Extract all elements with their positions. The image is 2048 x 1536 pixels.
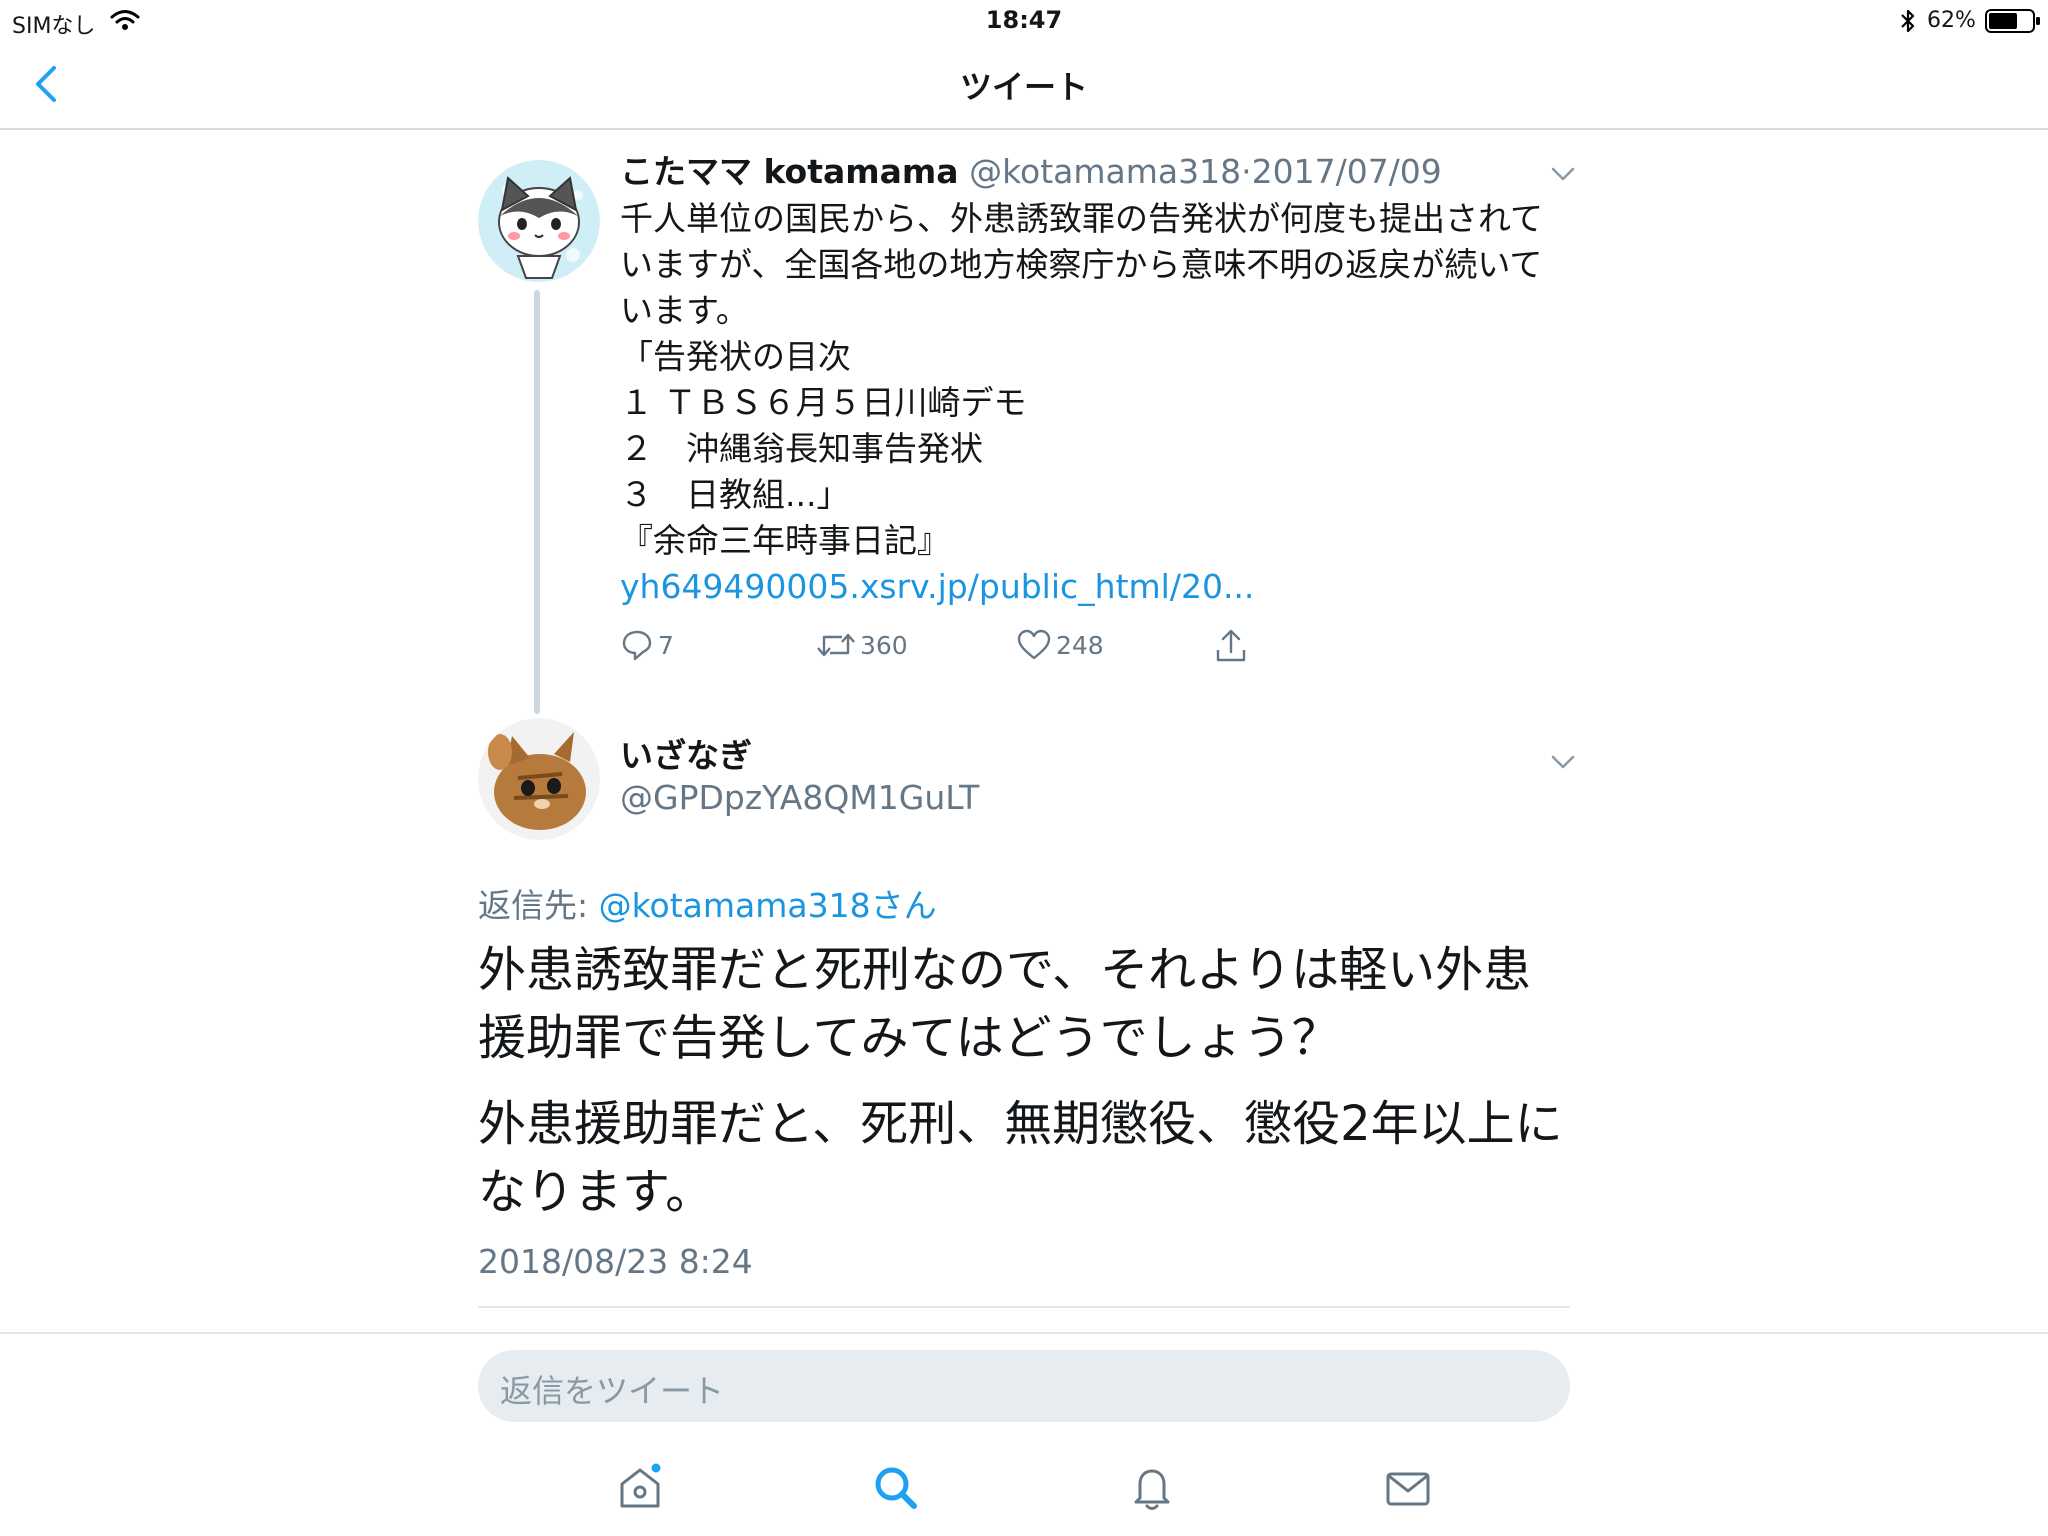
- tweet-body: 千人単位の国民から、外患誘致罪の告発状が何度も提出されて いますが、全国各地の地…: [620, 196, 1580, 610]
- retweet-icon: [817, 633, 855, 657]
- like-count: 248: [1056, 630, 1104, 660]
- tweet-line: 援助罪で告発してみてはどうでしょう？: [478, 1010, 1340, 1066]
- page-title: ツイート: [959, 68, 1088, 106]
- bluetooth-icon: [1901, 9, 1915, 33]
- reply-placeholder: 返信をツイート: [500, 1372, 725, 1410]
- author-handle[interactable]: @GPDpzYA8QM1GuLT: [620, 778, 979, 818]
- tweet-line: 千人単位の国民から、外患誘致罪の告発状が何度も提出されて: [620, 199, 1544, 238]
- mail-icon[interactable]: [1382, 1462, 1434, 1514]
- tweet-line: 「告発状の目次: [620, 337, 851, 376]
- tweet-header: こたママ kotamama @kotamama318·2017/07/09: [620, 152, 1442, 192]
- reply-to-handle[interactable]: @kotamama318さん: [599, 886, 937, 925]
- retweet-count: 360: [860, 630, 908, 660]
- tweet-date: 2017/07/09: [1251, 152, 1442, 191]
- tweet-line: 外患誘致罪だと死刑なので、それよりは軽い外患: [478, 942, 1532, 998]
- author-name[interactable]: いざなぎ: [620, 736, 752, 776]
- divider: [0, 1332, 2048, 1334]
- tweet-line: 外患援助罪だと、死刑、無期懲役、懲役2年以上に: [478, 1096, 1563, 1152]
- tweet-line: います。: [620, 291, 749, 330]
- tweet-line: ２ 沖縄翁長知事告発状: [620, 429, 983, 468]
- divider: [478, 1306, 1570, 1308]
- tweet-line: １ ＴＢＳ６月５日川崎デモ: [620, 383, 1027, 422]
- tweet-line: いますが、全国各地の地方検察庁から意味不明の返戻が続いて: [620, 245, 1543, 284]
- battery-icon: [1985, 9, 2040, 33]
- thread-line: [534, 290, 540, 714]
- chevron-down-icon[interactable]: [1548, 750, 1578, 774]
- chevron-down-icon[interactable]: [1548, 162, 1578, 186]
- status-time: 18:47: [985, 6, 1063, 34]
- reply-to-label: 返信先:: [478, 886, 599, 925]
- battery-percentage: 62%: [1927, 8, 1976, 33]
- home-icon[interactable]: [614, 1462, 666, 1514]
- tweet-timestamp: 2018/08/23 8:24: [478, 1242, 753, 1281]
- tweet-line: なります。: [478, 1164, 714, 1220]
- bell-icon[interactable]: [1126, 1462, 1178, 1514]
- separator-dot: ·: [1241, 152, 1252, 191]
- avatar-izanagi[interactable]: [478, 718, 600, 840]
- reply-button[interactable]: 7: [620, 628, 674, 662]
- nav-divider: [0, 128, 2048, 130]
- heart-icon: [1017, 629, 1051, 660]
- tweet-paragraph: 外患援助罪だと、死刑、無期懲役、懲役2年以上に なります。: [478, 1090, 1578, 1226]
- avatar-kotamama[interactable]: [478, 160, 600, 282]
- author-handle[interactable]: @kotamama318: [969, 152, 1241, 191]
- like-button[interactable]: 248: [1016, 628, 1104, 662]
- tweet-paragraph: 外患誘致罪だと死刑なので、それよりは軽い外患 援助罪で告発してみてはどうでしょう…: [478, 936, 1578, 1072]
- tweet-line: 『余命三年時事日記』: [620, 521, 950, 560]
- share-icon: [1216, 629, 1246, 662]
- reply-icon: [622, 630, 652, 661]
- tweet-body: 外患誘致罪だと死刑なので、それよりは軽い外患 援助罪で告発してみてはどうでしょう…: [478, 936, 1578, 1244]
- retweet-button[interactable]: 360: [816, 628, 908, 662]
- share-button[interactable]: [1214, 628, 1252, 664]
- reply-to: 返信先: @kotamama318さん: [478, 886, 937, 926]
- reply-count: 7: [658, 630, 674, 660]
- tweet-line: ３ 日教組...」: [620, 475, 850, 514]
- author-name[interactable]: こたママ kotamama: [620, 152, 959, 191]
- search-icon[interactable]: [870, 1462, 922, 1514]
- tweet-link[interactable]: yh649490005.xsrv.jp/public_html/20...: [620, 564, 1580, 610]
